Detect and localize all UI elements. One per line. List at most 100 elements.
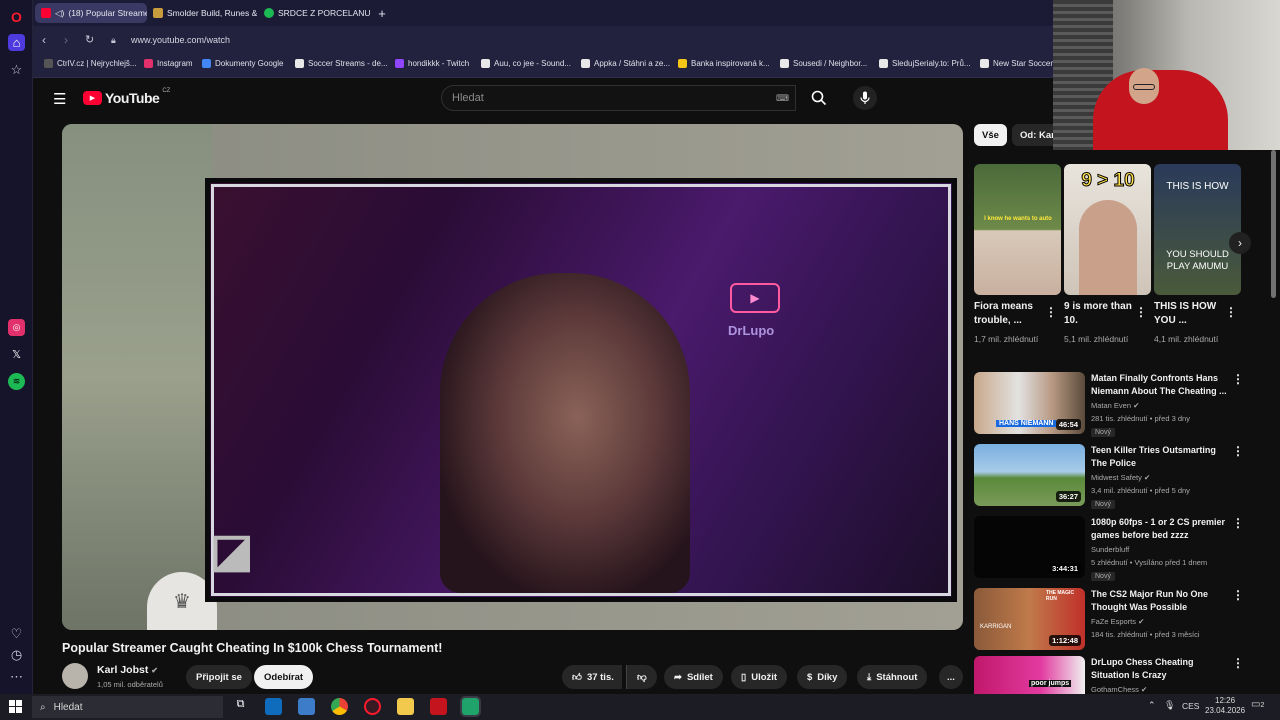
history-icon[interactable]: ◷ bbox=[8, 646, 25, 663]
keyboard-icon[interactable]: ⌨ bbox=[776, 93, 789, 104]
spotify-icon[interactable]: ≋ bbox=[8, 373, 25, 390]
task-view-icon[interactable]: ⧉ bbox=[232, 698, 249, 715]
star-icon[interactable]: ☆ bbox=[8, 61, 25, 78]
short-title[interactable]: Fiora means trouble, ... bbox=[974, 300, 1044, 328]
video-title-link[interactable]: Teen Killer Tries Outsmarting The Police bbox=[1091, 444, 1231, 470]
video-title-link[interactable]: The CS2 Major Run No One Thought Was Pos… bbox=[1091, 588, 1231, 614]
microsoft-store-icon[interactable] bbox=[298, 698, 315, 715]
video-menu-icon[interactable]: ⋮ bbox=[1232, 656, 1244, 670]
video-duration: 46:54 bbox=[1055, 419, 1081, 430]
new-tab-button[interactable]: + bbox=[372, 3, 392, 23]
tab-spotify[interactable]: SRDCE Z PORCELANU - A bbox=[258, 3, 370, 23]
video-title-link[interactable]: DrLupo Chess Cheating Situation Is Crazy bbox=[1091, 656, 1231, 682]
bookmark-sledujserialy[interactable]: SledujSerialy.to: Prů... bbox=[879, 59, 971, 68]
channel-name[interactable]: Sunderbluff bbox=[1091, 545, 1129, 554]
more-icon[interactable]: ⋯ bbox=[8, 668, 25, 685]
forward-icon[interactable]: › bbox=[64, 33, 68, 47]
notifications-button[interactable]: ▭2 bbox=[1251, 699, 1264, 710]
tab-youtube[interactable]: ◁) (18) Popular Streamer bbox=[35, 3, 147, 23]
red-app-icon[interactable] bbox=[430, 698, 447, 715]
short-thumbnail[interactable]: 9 > 10 bbox=[1064, 164, 1151, 295]
heart-icon[interactable]: ♡ bbox=[8, 625, 25, 642]
home-icon[interactable]: ⌂ bbox=[8, 34, 25, 51]
video-title-link[interactable]: Matan Finally Confronts Hans Niemann Abo… bbox=[1091, 372, 1231, 398]
video-menu-icon[interactable]: ⋮ bbox=[1232, 588, 1244, 602]
short-menu-icon[interactable]: ⋮ bbox=[1045, 305, 1057, 319]
chip-all[interactable]: Vše bbox=[974, 124, 1007, 146]
x-icon[interactable]: 𝕏 bbox=[8, 346, 25, 363]
video-duration: 36:27 bbox=[1055, 491, 1081, 502]
video-thumbnail[interactable]: THE MAGIC RUN KARRIGAN 1:12:48 bbox=[974, 588, 1085, 650]
back-icon[interactable]: ‹ bbox=[42, 33, 46, 47]
bookmark-banka[interactable]: Banka inspirovaná k... bbox=[678, 59, 770, 68]
tab-smolder[interactable]: Smolder Build, Runes & C bbox=[147, 3, 257, 23]
bookmark-google-docs[interactable]: Dokumenty Google bbox=[202, 59, 283, 68]
bookmark-new-star-soccer[interactable]: New Star Soccer bbox=[980, 59, 1053, 68]
channel-avatar[interactable] bbox=[62, 663, 88, 689]
green-app-icon[interactable] bbox=[460, 696, 481, 717]
youtube-logo[interactable]: ▶ YouTube CZ bbox=[83, 88, 170, 106]
video-menu-icon[interactable]: ⋮ bbox=[1232, 444, 1244, 458]
short-menu-icon[interactable]: ⋮ bbox=[1225, 305, 1237, 319]
short-title[interactable]: THIS IS HOW YOU ... bbox=[1154, 300, 1224, 328]
video-thumbnail[interactable]: 36:27 bbox=[974, 444, 1085, 506]
channel-name[interactable]: Midwest Safety ✔ bbox=[1091, 473, 1150, 482]
video-title-link[interactable]: 1080p 60fps - 1 or 2 CS premier games be… bbox=[1091, 516, 1231, 542]
channel-name[interactable]: Matan Even ✔ bbox=[1091, 401, 1139, 410]
share-button[interactable]: ➦ Sdílet bbox=[664, 665, 723, 689]
thumbs-down-icon: 👎︎ bbox=[637, 672, 647, 683]
taskbar-search[interactable]: ⌕ Hledat bbox=[32, 696, 223, 718]
url-field[interactable]: www.youtube.com/watch bbox=[131, 35, 230, 45]
scrollbar-thumb[interactable] bbox=[1271, 150, 1276, 298]
tray-chevron-icon[interactable]: ⌃ bbox=[1148, 700, 1156, 711]
clock[interactable]: 12:26 23.04.2026 bbox=[1205, 696, 1245, 716]
bookmark-appka[interactable]: Appka / Stáhni a ze... bbox=[581, 59, 670, 68]
more-actions-button[interactable]: ... bbox=[939, 665, 963, 689]
tab-label: (18) Popular Streamer bbox=[68, 8, 147, 18]
dislike-button[interactable]: 👎︎ bbox=[626, 665, 657, 689]
file-explorer-icon[interactable] bbox=[397, 698, 414, 715]
download-button[interactable]: ⤓ Stáhnout bbox=[857, 665, 928, 689]
video-thumbnail[interactable]: poor jumps bbox=[974, 656, 1085, 694]
chrome-icon[interactable] bbox=[331, 698, 348, 715]
opera-logo-icon[interactable]: O bbox=[8, 8, 25, 25]
shorts-next-button[interactable]: › bbox=[1229, 232, 1251, 254]
channel-name-text: Sunderbluff bbox=[1091, 545, 1130, 554]
language-indicator[interactable]: CES bbox=[1182, 701, 1199, 711]
short-menu-icon[interactable]: ⋮ bbox=[1135, 305, 1147, 319]
reload-icon[interactable]: ↻ bbox=[85, 33, 94, 46]
video-menu-icon[interactable]: ⋮ bbox=[1232, 372, 1244, 386]
tab-strip: ◁) (18) Popular Streamer Smolder Build, … bbox=[33, 0, 1053, 26]
video-thumbnail[interactable]: HANS NIEMANN 46:54 bbox=[974, 372, 1085, 434]
short-thumbnail[interactable]: THIS IS HOW YOU SHOULD PLAY AMUMU bbox=[1154, 164, 1241, 295]
instagram-icon[interactable]: ◎ bbox=[8, 319, 25, 336]
short-thumbnail[interactable]: I know he wants to auto bbox=[974, 164, 1061, 295]
channel-name[interactable]: FaZe Esports ✔ bbox=[1091, 617, 1144, 626]
voice-search-button[interactable] bbox=[853, 86, 877, 110]
thanks-button[interactable]: $ Díky bbox=[797, 665, 848, 689]
bookmark-instagram[interactable]: Instagram bbox=[144, 59, 193, 68]
bookmark-sousedi[interactable]: Sousedi / Neighbor... bbox=[780, 59, 867, 68]
speaker-icon[interactable]: ◁) bbox=[55, 8, 64, 19]
channel-name[interactable]: Karl Jobst ✔ bbox=[97, 664, 158, 676]
search-input[interactable]: Hledat ⌨ bbox=[441, 85, 796, 111]
join-button[interactable]: Připojit se bbox=[186, 665, 252, 689]
bookmark-ctrlv[interactable]: CtrlV.cz | Nejrychlejš... bbox=[44, 59, 137, 68]
subscribe-button[interactable]: Odebírat bbox=[254, 665, 314, 689]
windows-start-icon[interactable] bbox=[9, 700, 22, 713]
microphone-tray-icon[interactable]: 🎙︎ bbox=[1164, 700, 1175, 711]
menu-icon[interactable]: ☰ bbox=[53, 90, 66, 108]
video-menu-icon[interactable]: ⋮ bbox=[1232, 516, 1244, 530]
bookmark-soccer[interactable]: Soccer Streams - de... bbox=[295, 59, 388, 68]
glasses-icon bbox=[1133, 84, 1155, 90]
outlook-icon[interactable] bbox=[265, 698, 282, 715]
like-button[interactable]: 👍︎ 37 tis. bbox=[562, 665, 622, 689]
short-title[interactable]: 9 is more than 10. bbox=[1064, 300, 1134, 328]
search-button[interactable] bbox=[801, 85, 837, 111]
opera-icon[interactable] bbox=[364, 698, 381, 715]
channel-name[interactable]: GothamChess ✔ bbox=[1091, 685, 1147, 694]
video-thumbnail[interactable]: 3:44:31 bbox=[974, 516, 1085, 578]
save-button[interactable]: ▯ Uložit bbox=[731, 665, 788, 689]
bookmark-twitch[interactable]: hondikkk - Twitch bbox=[395, 59, 469, 68]
bookmark-soundcloud[interactable]: Auu, co jee - Sound... bbox=[481, 59, 571, 68]
